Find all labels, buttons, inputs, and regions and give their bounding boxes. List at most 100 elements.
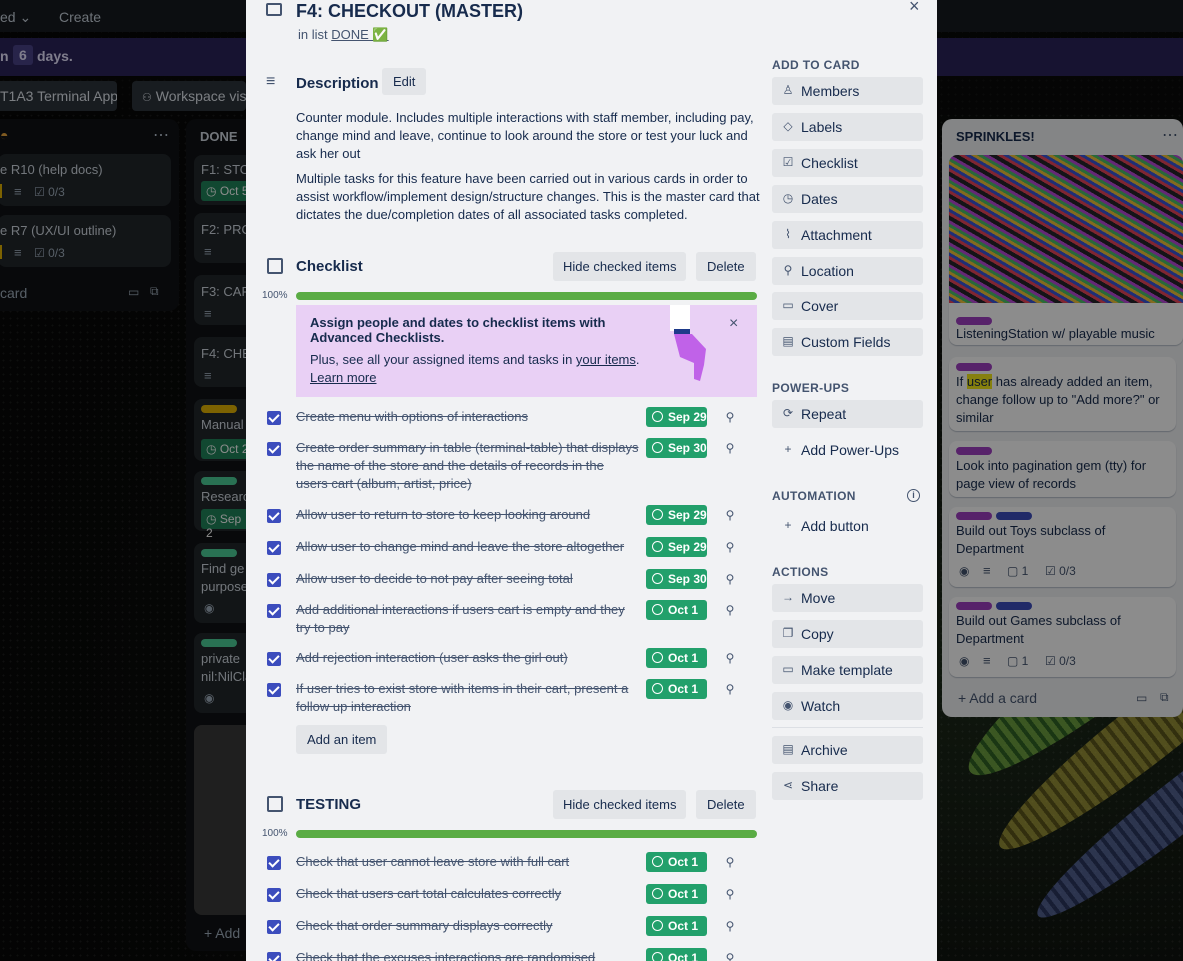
archive-button[interactable]: ▤ Archive <box>772 736 923 764</box>
labels-button[interactable]: ◇ Labels <box>772 112 923 141</box>
checkbox[interactable] <box>267 683 281 697</box>
due-date-badge[interactable]: Sep 30 <box>646 438 707 458</box>
assign-member-icon[interactable]: ⚲ <box>720 884 740 904</box>
delete-checklist-button[interactable]: Delete <box>696 252 756 281</box>
assign-member-icon[interactable]: ⚲ <box>720 852 740 872</box>
add-an-item-button[interactable]: Add an item <box>296 725 388 754</box>
checkbox[interactable] <box>267 509 281 523</box>
checklist-item[interactable]: Check that user cannot leave store with … <box>264 852 784 877</box>
checklist-item-text[interactable]: Check that user cannot leave store with … <box>296 853 639 871</box>
copy-icon: ❐ <box>782 626 794 640</box>
checkbox[interactable] <box>267 888 281 902</box>
custom-fields-icon: ▤ <box>782 334 794 349</box>
checklist-item[interactable]: Check that the excuses interactions are … <box>264 948 784 961</box>
move-button[interactable]: → Move <box>772 584 923 612</box>
due-date-badge[interactable]: Sep 29 <box>646 505 707 525</box>
location-button[interactable]: ⚲ Location <box>772 256 923 285</box>
checkbox[interactable] <box>267 652 281 666</box>
checklist-item-text[interactable]: Check that users cart total calculates c… <box>296 885 639 903</box>
checklist-item-text[interactable]: Check that the excuses interactions are … <box>296 949 639 961</box>
assign-member-icon[interactable]: ⚲ <box>720 948 740 961</box>
info-icon[interactable]: i <box>907 489 920 502</box>
checkbox[interactable] <box>267 920 281 934</box>
checklist-item[interactable]: If user tries to exist store with items … <box>264 679 784 714</box>
assign-member-icon[interactable]: ⚲ <box>720 537 740 557</box>
assign-member-icon[interactable]: ⚲ <box>720 505 740 525</box>
plus-icon: + <box>784 518 792 532</box>
add-button-button[interactable]: + Add button <box>772 512 923 540</box>
members-button[interactable]: ♙ Members <box>772 77 923 105</box>
checklist-item[interactable]: Create menu with options of interactions… <box>264 407 784 432</box>
checkbox[interactable] <box>267 573 281 587</box>
divider <box>772 727 923 728</box>
card-title[interactable]: F4: CHECKOUT (MASTER) <box>296 1 523 22</box>
attachment-button[interactable]: ⌇ Attachment <box>772 220 923 249</box>
checklist-item[interactable]: Allow user to decide to not pay after se… <box>264 569 784 594</box>
copy-button[interactable]: ❐ Copy <box>772 620 923 648</box>
checkbox[interactable] <box>267 442 281 456</box>
checklist-item-text[interactable]: Allow user to return to store to keep lo… <box>296 506 639 524</box>
checklist-title[interactable]: Checklist <box>296 258 363 275</box>
due-date-badge[interactable]: Oct 1 <box>646 916 707 936</box>
checklist-item-text[interactable]: Add additional interactions if users car… <box>296 601 639 637</box>
assign-member-icon[interactable]: ⚲ <box>720 679 740 699</box>
assign-member-icon[interactable]: ⚲ <box>720 569 740 589</box>
hide-checked-items-button[interactable]: Hide checked items <box>553 790 687 819</box>
cover-button[interactable]: ▭ Cover <box>772 292 923 321</box>
checklist-item-text[interactable]: Create menu with options of interactions <box>296 408 639 426</box>
checklist-item[interactable]: Add additional interactions if users car… <box>264 600 784 635</box>
checklist-item[interactable]: Allow user to return to store to keep lo… <box>264 505 784 530</box>
due-date-badge[interactable]: Sep 30 <box>646 569 707 589</box>
due-date-badge[interactable]: Oct 1 <box>646 948 707 961</box>
learn-more-link[interactable]: Learn more <box>310 370 376 385</box>
checkbox[interactable] <box>267 411 281 425</box>
checklist-item[interactable]: Create order summary in table (terminal-… <box>264 438 784 491</box>
delete-checklist-button[interactable]: Delete <box>696 790 756 819</box>
checklist-item-text[interactable]: Allow user to change mind and leave the … <box>296 538 639 556</box>
due-date-badge[interactable]: Oct 1 <box>646 600 707 620</box>
custom-fields-button[interactable]: ▤ Custom Fields <box>772 328 923 357</box>
list-location: in list DONE ✅ <box>298 27 389 42</box>
repeat-button[interactable]: ⟳ Repeat <box>772 400 923 428</box>
assign-member-icon[interactable]: ⚲ <box>720 648 740 668</box>
due-date-badge[interactable]: Oct 1 <box>646 884 707 904</box>
pointing-hand-icon <box>670 305 706 381</box>
due-date-badge[interactable]: Oct 1 <box>646 852 707 872</box>
checklist-title[interactable]: TESTING <box>296 796 361 813</box>
watch-button[interactable]: ◉ Watch <box>772 692 923 720</box>
close-icon[interactable]: × <box>909 0 920 17</box>
checkbox[interactable] <box>267 856 281 870</box>
due-date-badge[interactable]: Sep 29 <box>646 537 707 557</box>
checkbox[interactable] <box>267 952 281 961</box>
checklist-item[interactable]: Check that order summary displays correc… <box>264 916 784 941</box>
assign-member-icon[interactable]: ⚲ <box>720 916 740 936</box>
assign-member-icon[interactable]: ⚲ <box>720 600 740 620</box>
due-date-badge[interactable]: Sep 29 <box>646 407 707 427</box>
add-power-ups-button[interactable]: + Add Power-Ups <box>772 436 923 464</box>
checkbox[interactable] <box>267 541 281 555</box>
checklist-item-text[interactable]: Check that order summary displays correc… <box>296 917 639 935</box>
checklist-button[interactable]: ☑ Checklist <box>772 148 923 177</box>
checkbox[interactable] <box>267 604 281 618</box>
due-date-badge[interactable]: Oct 1 <box>646 679 707 699</box>
edit-description-button[interactable]: Edit <box>382 68 427 95</box>
checklist-item-text[interactable]: Allow user to decide to not pay after se… <box>296 570 639 588</box>
your-items-link[interactable]: your items <box>576 352 636 367</box>
close-promo-icon[interactable]: × <box>729 315 738 333</box>
checklist-item[interactable]: Check that users cart total calculates c… <box>264 884 784 909</box>
checklist-item[interactable]: Add rejection interaction (user asks the… <box>264 648 784 673</box>
share-button[interactable]: ⋖ Share <box>772 772 923 800</box>
hide-checked-items-button[interactable]: Hide checked items <box>553 252 687 281</box>
repeat-icon: ⟳ <box>782 406 794 420</box>
card-icon <box>266 3 282 16</box>
checklist-item-text[interactable]: Create order summary in table (terminal-… <box>296 439 639 493</box>
due-date-badge[interactable]: Oct 1 <box>646 648 707 668</box>
dates-button[interactable]: ◷ Dates <box>772 184 923 213</box>
assign-member-icon[interactable]: ⚲ <box>720 407 740 427</box>
list-link[interactable]: DONE ✅ <box>331 27 388 42</box>
checklist-item-text[interactable]: Add rejection interaction (user asks the… <box>296 649 639 667</box>
make-template-button[interactable]: ▭ Make template <box>772 656 923 684</box>
checklist-item-text[interactable]: If user tries to exist store with items … <box>296 680 639 716</box>
assign-member-icon[interactable]: ⚲ <box>720 438 740 458</box>
checklist-item[interactable]: Allow user to change mind and leave the … <box>264 537 784 562</box>
